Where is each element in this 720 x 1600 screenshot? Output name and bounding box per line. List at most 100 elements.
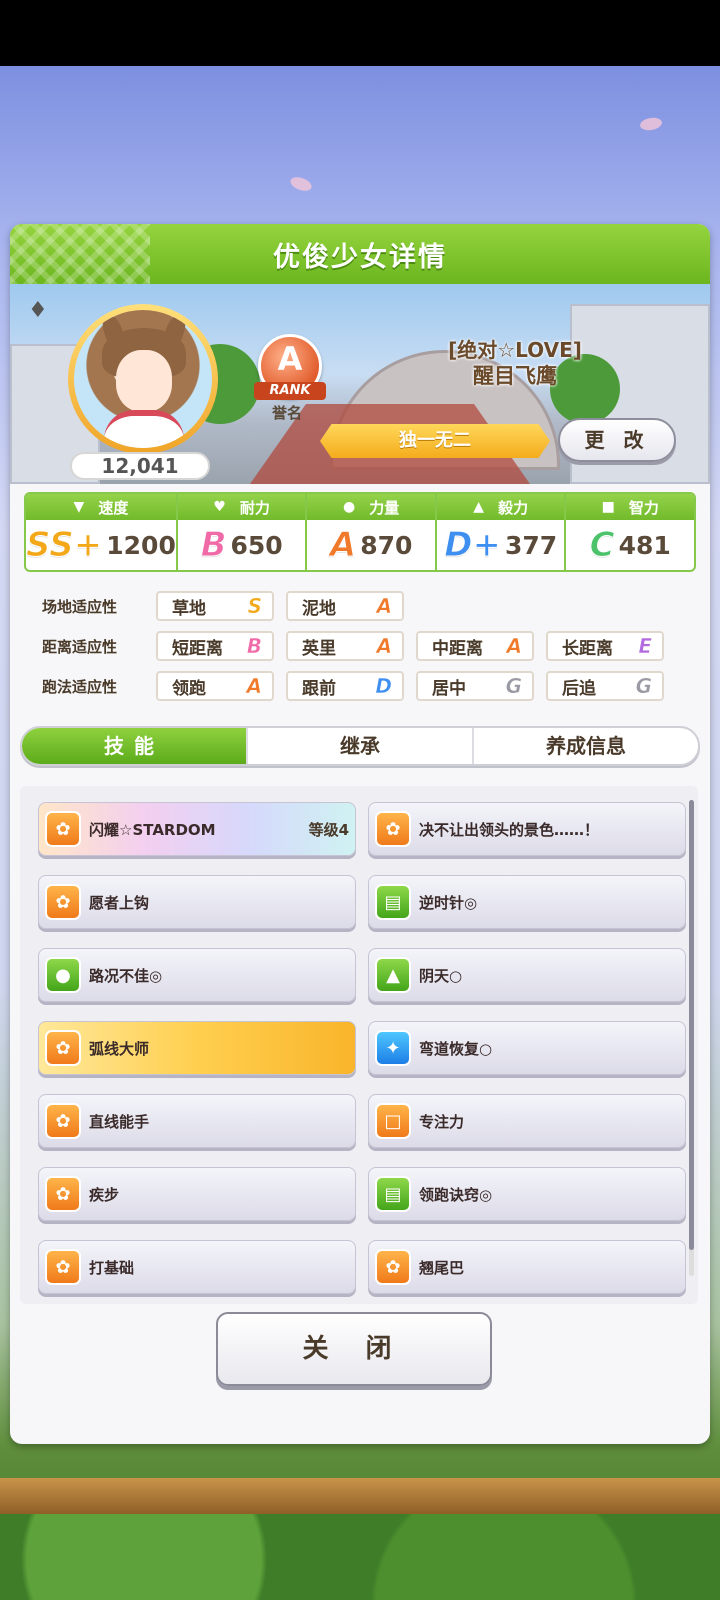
running-horse-icon: ✿ xyxy=(45,1249,81,1285)
character-name: 醒目飞鹰 xyxy=(473,364,557,388)
stat-label: 智力 xyxy=(628,498,659,517)
character-epithet: [绝对☆LOVE] xyxy=(448,338,582,362)
apt-cell: 居中 G xyxy=(416,671,534,701)
skill-name: 打基础 xyxy=(89,1258,135,1277)
skill-name: 疾步 xyxy=(89,1185,120,1204)
skill-item[interactable]: ✿ 闪耀☆STARDOM 等级4 xyxy=(38,802,356,856)
stat-value: 650 xyxy=(230,530,283,560)
petal xyxy=(639,116,663,132)
apt-grade: A xyxy=(246,674,262,699)
apt-name: 泥地 xyxy=(302,598,336,619)
detail-tabs: 技能 继承 养成信息 xyxy=(20,726,700,766)
heart-icon: ♥ xyxy=(213,499,226,515)
petal xyxy=(288,174,314,194)
skill-item[interactable]: ✿ 决不让出领头的景色……！ xyxy=(368,802,686,856)
close-button[interactable]: 关 闭 xyxy=(216,1312,492,1386)
stat-value: 481 xyxy=(618,530,671,560)
skill-name: 翘尾巴 xyxy=(419,1258,465,1277)
apt-grade: G xyxy=(635,674,652,699)
skill-name: 弯道恢复○ xyxy=(419,1039,493,1058)
stat-label: 力量 xyxy=(369,498,400,517)
skill-name: 逆时针◎ xyxy=(419,893,478,912)
fan-count: 12,041 xyxy=(70,452,210,480)
panel-header: 优俊少女详情 xyxy=(10,224,710,284)
running-horse-icon: ✿ xyxy=(45,811,81,847)
flame-icon: ▲ xyxy=(473,499,485,515)
grass xyxy=(0,1514,720,1600)
apt-grade: E xyxy=(638,634,652,659)
apt-cell: 中距离 A xyxy=(416,631,534,661)
skill-name: 弧线大师 xyxy=(89,1039,150,1058)
tab-training-info[interactable]: 养成信息 xyxy=(474,728,698,764)
apt-cell: 短距离 B xyxy=(156,631,274,661)
skill-item[interactable]: ✿ 疾步 xyxy=(38,1167,356,1221)
running-horse-icon: ✿ xyxy=(45,1176,81,1212)
skill-name: 直线能手 xyxy=(89,1112,150,1131)
apt-grade: A xyxy=(376,594,392,619)
apt-name: 草地 xyxy=(172,598,206,619)
carrot-icon: ♦ xyxy=(28,298,48,323)
apt-name: 英里 xyxy=(302,638,336,659)
apt-name: 长距离 xyxy=(562,638,613,659)
stat-grade: A xyxy=(329,525,357,565)
skill-name: 闪耀☆STARDOM xyxy=(89,820,216,839)
apt-cell: 英里 A xyxy=(286,631,404,661)
tab-inheritance[interactable]: 继承 xyxy=(248,728,474,764)
fence xyxy=(0,1478,720,1514)
title-badge: 独一无二 xyxy=(320,424,550,458)
track-aptitude-row: 场地适应性 草地 S 泥地 A xyxy=(24,586,710,626)
book-icon: ▤ xyxy=(375,1176,411,1212)
graduation-cap-icon: ■ xyxy=(601,499,615,515)
skill-level: 等级4 xyxy=(308,820,349,839)
apt-grade: A xyxy=(506,634,522,659)
skill-item[interactable]: ✿ 愿者上钩 xyxy=(38,875,356,929)
apt-grade: B xyxy=(246,634,262,659)
stats-panel: ▼ 速度 SS+ 1200 ♥ 耐力 B 650 ● 力量 A 870 ▲ 毅力 D+ 377 … xyxy=(24,492,696,572)
apt-label: 距离适应性 xyxy=(42,637,118,656)
skill-list: ✿ 闪耀☆STARDOM 等级4 ✿ 决不让出领头的景色……！ ✿ 愿者上钩 ▤ 逆时针◎… xyxy=(20,786,698,1304)
gate-icon: □ xyxy=(375,1103,411,1139)
rank-ribbon: RANK xyxy=(254,382,326,400)
tab-skills[interactable]: 技能 xyxy=(22,728,248,764)
book-icon: ▤ xyxy=(375,884,411,920)
stat-label: 毅力 xyxy=(498,498,529,517)
shoe-icon: ▼ xyxy=(73,499,85,515)
skill-item[interactable]: ✿ 打基础 xyxy=(38,1240,356,1294)
skill-item[interactable]: □ 专注力 xyxy=(368,1094,686,1148)
stat-stamina: ♥ 耐力 B 650 xyxy=(177,494,308,570)
aptitude-table: 场地适应性 草地 S 泥地 A 距离适应性 短距离 B 英里 A 中距离 A 长距离 E 跑… xyxy=(24,586,710,706)
avatar-frame[interactable] xyxy=(68,304,218,454)
skill-name: 愿者上钩 xyxy=(89,893,150,912)
skill-list-scrollbar[interactable] xyxy=(689,800,694,1276)
apt-label: 跑法适应性 xyxy=(42,677,118,696)
apt-name: 短距离 xyxy=(172,638,223,659)
scroll-thumb[interactable] xyxy=(689,800,694,1250)
running-horse-icon: ✿ xyxy=(375,811,411,847)
apt-grade: G xyxy=(505,674,522,699)
skill-item[interactable]: ✿ 弧线大师 xyxy=(38,1021,356,1075)
skill-item[interactable]: ▲ 阴天○ xyxy=(368,948,686,1002)
style-aptitude-row: 跑法适应性 领跑 A 跟前 D 居中 G 后追 G xyxy=(24,666,710,706)
stat-speed: ▼ 速度 SS+ 1200 xyxy=(26,494,178,570)
apt-cell: 后追 G xyxy=(546,671,664,701)
stat-wisdom: ■ 智力 C 481 xyxy=(566,494,694,570)
apt-grade: A xyxy=(376,634,392,659)
avatar xyxy=(74,310,212,448)
skill-item[interactable]: ✿ 直线能手 xyxy=(38,1094,356,1148)
stat-value: 377 xyxy=(504,530,558,560)
running-horse-icon: ✿ xyxy=(45,1030,81,1066)
outfit xyxy=(104,410,184,448)
skill-item[interactable]: ✿ 翘尾巴 xyxy=(368,1240,686,1294)
apt-name: 后追 xyxy=(562,678,596,699)
distance-aptitude-row: 距离适应性 短距离 B 英里 A 中距离 A 长距离 E xyxy=(24,626,710,666)
apt-name: 跟前 xyxy=(302,678,336,699)
skill-item[interactable]: ▤ 领跑诀窍◎ xyxy=(368,1167,686,1221)
skill-item[interactable]: ● 路况不佳◎ xyxy=(38,948,356,1002)
face xyxy=(116,350,172,412)
skill-name: 阴天○ xyxy=(419,966,463,985)
apt-cell: 草地 S xyxy=(156,591,274,621)
running-horse-icon: ✿ xyxy=(375,1249,411,1285)
change-button[interactable]: 更 改 xyxy=(558,418,676,462)
skill-item[interactable]: ✦ 弯道恢复○ xyxy=(368,1021,686,1075)
skill-item[interactable]: ▤ 逆时针◎ xyxy=(368,875,686,929)
